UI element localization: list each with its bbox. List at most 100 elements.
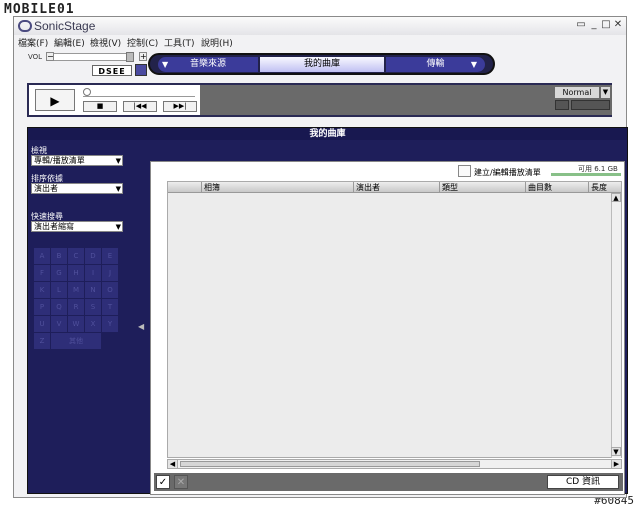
- quick-search-key[interactable]: B: [51, 248, 67, 264]
- menu-help[interactable]: 說明(H): [201, 36, 233, 49]
- quick-search-key[interactable]: C: [68, 248, 84, 264]
- quick-search-key[interactable]: Y: [102, 316, 118, 332]
- menu-edit[interactable]: 編輯(E): [54, 36, 85, 49]
- playlist-checkbox[interactable]: [458, 165, 471, 177]
- quick-search-key[interactable]: P: [34, 299, 50, 315]
- quick-search-key[interactable]: L: [51, 282, 67, 298]
- column-genre[interactable]: 類型: [439, 182, 525, 193]
- play-button[interactable]: ▶: [35, 89, 75, 111]
- quick-search-key[interactable]: W: [68, 316, 84, 332]
- menu-view[interactable]: 檢視(V): [90, 36, 121, 49]
- quick-search-key[interactable]: S: [85, 299, 101, 315]
- play-mode-select[interactable]: Normal: [555, 87, 599, 98]
- quick-search-key[interactable]: A: [34, 248, 50, 264]
- sonicstage-logo-icon: [18, 20, 32, 32]
- minimize-button[interactable]: _: [588, 19, 600, 31]
- vertical-scrollbar[interactable]: [611, 193, 621, 458]
- quick-search-key[interactable]: E: [102, 248, 118, 264]
- quick-search-key[interactable]: I: [85, 265, 101, 281]
- volume-knob[interactable]: [126, 52, 134, 62]
- quick-search-key[interactable]: X: [85, 316, 101, 332]
- quick-search-key[interactable]: G: [51, 265, 67, 281]
- quick-search-key[interactable]: F: [34, 265, 50, 281]
- chevron-down-icon: ▼: [162, 60, 169, 69]
- quick-search-key[interactable]: H: [68, 265, 84, 281]
- dsee-button[interactable]: DSEE: [92, 65, 132, 76]
- next-track-button[interactable]: ▶▶|: [163, 101, 197, 112]
- close-button[interactable]: ✕: [612, 19, 624, 31]
- column-artist[interactable]: 演出者: [353, 182, 439, 193]
- quick-search-key[interactable]: U: [34, 316, 50, 332]
- tab-transfer[interactable]: 傳輸 ▼: [386, 57, 485, 72]
- stop-button[interactable]: ■: [83, 101, 117, 112]
- scroll-right-icon[interactable]: ▶: [611, 460, 621, 468]
- content-area: 建立/編輯播放清單 可用 6.1 GB 相簿 演出者 類型 曲目數 長度 ▲ ▼…: [150, 161, 625, 495]
- app-title: SonicStage: [34, 19, 96, 33]
- volume-plus-button[interactable]: +: [139, 52, 147, 61]
- settings-window-button[interactable]: ▭: [575, 19, 587, 31]
- capacity-bar: [551, 173, 621, 176]
- cd-info-button[interactable]: CD 資訊: [547, 475, 619, 489]
- chevron-down-icon: ▼: [115, 185, 121, 193]
- view-select-value: 專輯/播放清單: [34, 156, 85, 165]
- chevron-down-icon: ▼: [470, 60, 477, 69]
- repeat-toggle[interactable]: [555, 100, 569, 110]
- panel-title: 我的曲庫: [28, 128, 627, 140]
- tab-my-library[interactable]: 我的曲庫: [260, 57, 384, 72]
- app-window: SonicStage ▭ _ □ ✕ 檔案(F) 編輯(E) 檢視(V) 控制(…: [13, 16, 628, 498]
- tab-label: 傳輸: [426, 59, 445, 69]
- maximize-button[interactable]: □: [600, 19, 612, 31]
- tab-music-source[interactable]: ▼ 音樂來源: [158, 57, 258, 72]
- quick-search-key[interactable]: Z: [34, 333, 50, 349]
- menu-file[interactable]: 檔案(F): [18, 36, 48, 49]
- quick-search-key[interactable]: M: [68, 282, 84, 298]
- track-table: 相簿 演出者 類型 曲目數 長度 ▲ ▼: [167, 181, 622, 458]
- quick-search-key[interactable]: J: [102, 265, 118, 281]
- player-panel: ▶ ■ |◀◀ ▶▶| Normal ▼: [27, 83, 612, 117]
- player-display: Normal ▼: [200, 85, 612, 115]
- horizontal-scrollbar[interactable]: ◀ ▶: [167, 459, 622, 469]
- chevron-down-icon: ▼: [115, 157, 121, 165]
- quick-search-key[interactable]: Q: [51, 299, 67, 315]
- tab-label: 我的曲庫: [303, 59, 340, 69]
- view-select[interactable]: 專輯/播放清單 ▼: [31, 155, 123, 166]
- volume-label: VOL: [28, 53, 43, 61]
- position-slider[interactable]: [83, 89, 195, 97]
- previous-track-button[interactable]: |◀◀: [123, 101, 157, 112]
- quick-search-select[interactable]: 演出者縮寫 ▼: [31, 221, 123, 232]
- scroll-up-icon[interactable]: ▲: [611, 193, 621, 202]
- quick-search-key[interactable]: D: [85, 248, 101, 264]
- quick-search-key[interactable]: V: [51, 316, 67, 332]
- shuffle-toggle[interactable]: [571, 100, 610, 110]
- watermark-logo: MOBILE01: [4, 2, 75, 17]
- collapse-sidebar-icon[interactable]: ◀: [138, 322, 144, 331]
- dsee-toggle[interactable]: [135, 64, 147, 76]
- menu-control[interactable]: 控制(C): [127, 36, 158, 49]
- scrollbar-thumb[interactable]: [180, 461, 480, 467]
- quick-search-key[interactable]: R: [68, 299, 84, 315]
- quick-search-key[interactable]: N: [85, 282, 101, 298]
- title-bar: SonicStage ▭ _ □ ✕: [14, 17, 626, 35]
- check-all-icon[interactable]: ✓: [156, 475, 170, 489]
- column-length[interactable]: 長度: [588, 182, 611, 193]
- quick-search-key[interactable]: O: [102, 282, 118, 298]
- sort-select[interactable]: 演出者 ▼: [31, 183, 123, 194]
- volume-minus-button[interactable]: −: [46, 52, 54, 61]
- sort-select-value: 演出者: [34, 184, 58, 193]
- menu-bar: 檔案(F) 編輯(E) 檢視(V) 控制(C) 工具(T) 說明(H): [14, 36, 626, 49]
- library-panel: 我的曲庫 檢視 專輯/播放清單 ▼ 排序依據 演出者 ▼ 快速搜尋 演出者縮寫 …: [27, 127, 628, 495]
- content-toolbar: ✓ ✕ CD 資訊: [154, 473, 623, 491]
- volume-slider[interactable]: [46, 53, 132, 61]
- scroll-down-icon[interactable]: ▼: [611, 447, 621, 456]
- chevron-down-icon[interactable]: ▼: [601, 87, 610, 98]
- scroll-left-icon[interactable]: ◀: [168, 460, 178, 468]
- column-album[interactable]: 相簿: [201, 182, 353, 193]
- quick-search-key[interactable]: 其他: [51, 333, 101, 349]
- menu-tools[interactable]: 工具(T): [164, 36, 195, 49]
- column-track-count[interactable]: 曲目數: [525, 182, 588, 193]
- quick-search-key[interactable]: T: [102, 299, 118, 315]
- create-playlist-label[interactable]: 建立/編輯播放清單: [474, 167, 541, 178]
- position-knob[interactable]: [83, 88, 91, 96]
- uncheck-all-icon[interactable]: ✕: [174, 475, 188, 489]
- quick-search-key[interactable]: K: [34, 282, 50, 298]
